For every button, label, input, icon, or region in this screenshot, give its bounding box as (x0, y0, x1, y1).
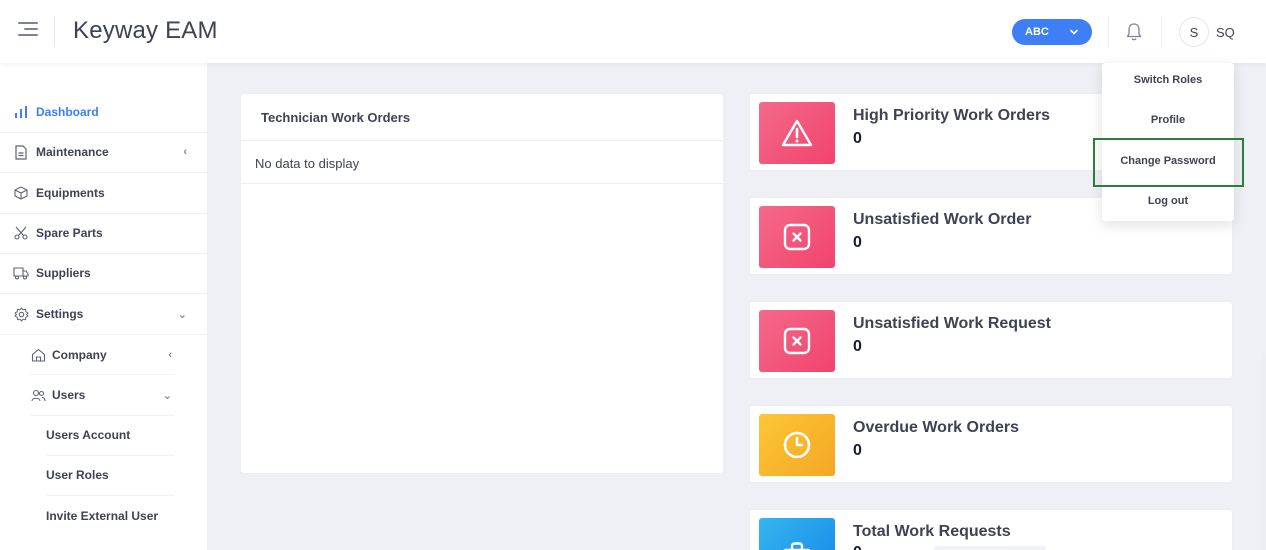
sidebar-item-label: Equipments (36, 186, 105, 200)
sidebar-item-maintenance[interactable]: Maintenance ‹ (0, 132, 207, 172)
home-icon (30, 347, 46, 363)
sidebar-item-label: Company (52, 348, 107, 362)
sidebar-item-spare-parts[interactable]: Spare Parts (0, 213, 207, 253)
x-box-icon (759, 206, 835, 268)
briefcase-icon (759, 518, 835, 550)
sidebar-item-invite-external-user[interactable]: Invite External User (0, 496, 207, 536)
sidebar-item-label: Maintenance (36, 145, 109, 159)
stat-title: Total Work Requests (853, 523, 1011, 540)
sidebar-item-users[interactable]: Users ⌄ (0, 375, 207, 415)
sidebar-item-label: Suppliers (36, 266, 91, 280)
technician-work-orders-card: Technician Work Orders No data to displa… (240, 93, 724, 474)
sidebar-item-label: Spare Parts (36, 226, 103, 240)
stat-value: 0 (853, 442, 862, 459)
organization-label: ABC (1025, 26, 1049, 38)
stat-title: Unsatisfied Work Order (853, 211, 1032, 228)
divider (241, 183, 723, 184)
user-menu-dropdown: Switch Roles Profile Change Password Log… (1102, 63, 1234, 221)
sidebar-item-label: User Roles (46, 468, 109, 482)
user-initials[interactable]: SQ (1216, 25, 1235, 40)
divider (241, 140, 723, 141)
sidebar-item-label: Invite External User (46, 509, 159, 523)
sidebar-item-company[interactable]: Company ‹ (0, 335, 207, 375)
warning-icon (759, 102, 835, 164)
document-icon (13, 144, 29, 160)
menu-item-switch-roles[interactable]: Switch Roles (1102, 65, 1234, 95)
sidebar-item-users-account[interactable]: Users Account (0, 415, 207, 455)
sidebar-item-dashboard[interactable]: Dashboard (0, 92, 207, 132)
stat-card-overdue-work-orders[interactable]: Overdue Work Orders 0 (749, 405, 1233, 483)
stat-value: 0 (853, 130, 862, 147)
sidebar-item-suppliers[interactable]: Suppliers (0, 253, 207, 293)
users-icon (30, 387, 46, 403)
menu-toggle-icon[interactable] (18, 22, 38, 40)
sidebar-item-label: Dashboard (36, 105, 99, 119)
app-title: Keyway EAM (73, 17, 218, 44)
scissors-icon (13, 225, 29, 241)
stat-title: Unsatisfied Work Request (853, 315, 1051, 332)
bell-icon[interactable] (1124, 21, 1144, 43)
card-title: Technician Work Orders (261, 110, 411, 125)
stat-value: 0 (853, 338, 862, 355)
menu-item-change-password[interactable]: Change Password (1102, 146, 1234, 176)
chevron-down-icon: ⌄ (177, 308, 187, 321)
menu-item-log-out[interactable]: Log out (1102, 186, 1234, 216)
chevron-left-icon: ‹ (183, 146, 187, 158)
stat-title: Overdue Work Orders (853, 419, 1019, 436)
gear-icon (13, 306, 29, 322)
empty-state-text: No data to display (255, 156, 360, 171)
bottom-overlay-bar (934, 546, 1046, 550)
menu-item-profile[interactable]: Profile (1102, 105, 1234, 135)
avatar[interactable]: S (1179, 17, 1209, 47)
clock-icon (759, 414, 835, 476)
sidebar-item-user-roles[interactable]: User Roles (0, 455, 207, 495)
stat-title: High Priority Work Orders (853, 107, 1051, 124)
chevron-down-icon (1065, 23, 1083, 41)
divider (54, 16, 55, 46)
stat-value: 0 (853, 234, 862, 251)
sidebar-item-label: Settings (36, 307, 84, 321)
top-header: Keyway EAM ABC S SQ (0, 0, 1266, 63)
truck-icon (13, 265, 29, 281)
bar-chart-icon (13, 104, 29, 120)
sidebar-item-label: Users Account (46, 428, 131, 442)
stat-card-unsatisfied-work-request[interactable]: Unsatisfied Work Request 0 (749, 301, 1233, 379)
divider (1108, 16, 1109, 46)
x-box-icon (759, 310, 835, 372)
chevron-left-icon: ‹ (168, 349, 172, 361)
stat-value: 0 (853, 544, 862, 550)
scrollbar-track[interactable] (1262, 355, 1266, 550)
sidebar-item-equipments[interactable]: Equipments (0, 173, 207, 213)
sidebar-item-label: Users (52, 388, 86, 402)
divider (1161, 16, 1162, 46)
cube-icon (13, 185, 29, 201)
organization-selector[interactable]: ABC (1012, 19, 1092, 45)
chevron-down-icon: ⌄ (162, 389, 172, 402)
sidebar-item-settings[interactable]: Settings ⌄ (0, 294, 207, 334)
stat-card-total-work-requests[interactable]: Total Work Requests 0 (749, 509, 1233, 550)
sidebar: Dashboard Maintenance ‹ Equipments Spare… (0, 63, 207, 550)
